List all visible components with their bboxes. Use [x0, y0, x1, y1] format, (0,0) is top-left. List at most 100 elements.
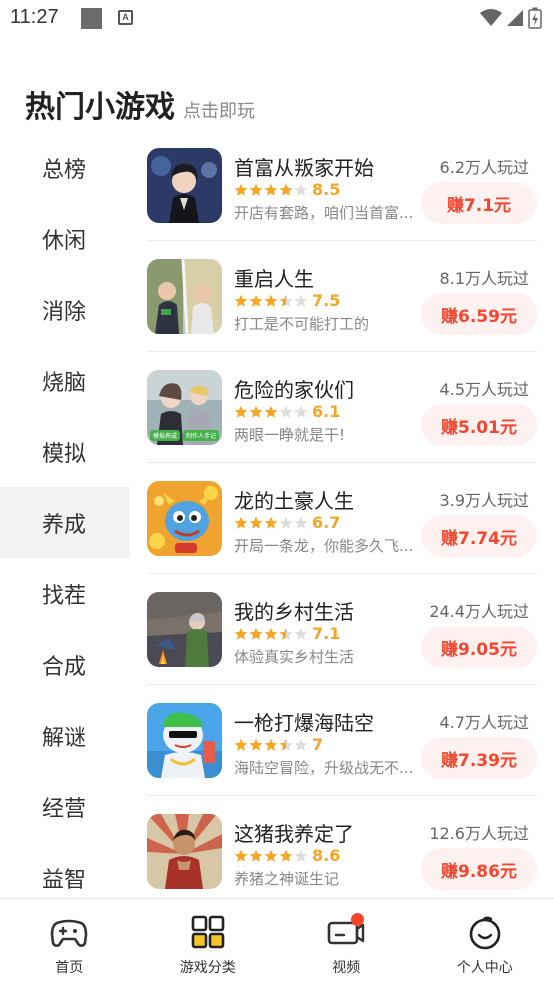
category-item-casual[interactable]: 休闲: [0, 203, 130, 274]
game-rating: 6.1: [234, 402, 340, 421]
players-count: 3.9万人玩过: [439, 491, 529, 510]
earn-button[interactable]: 赚9.86元: [421, 848, 537, 890]
game-score: 6.7: [312, 513, 341, 532]
gamepad-icon: [49, 913, 89, 953]
category-item-puzzle[interactable]: 解谜: [0, 700, 130, 771]
category-label: 总榜: [42, 157, 87, 183]
game-thumbnail[interactable]: [147, 259, 222, 334]
star-icon: [294, 294, 308, 307]
star-icon: [279, 849, 293, 862]
bottom-nav: 首页 游戏分类 视频 个人中心: [0, 898, 554, 985]
game-row[interactable]: 这猪我养定了 8.6 养猪之神诞生记 12.6万人玩过 赚9.86元: [147, 796, 537, 898]
game-row[interactable]: 首富从叛家开始 8.5 开店有套路，咱们当首富... 6.2万人玩过 赚7.1元: [147, 130, 537, 241]
star-icon: [279, 183, 293, 196]
star-icon: [264, 849, 278, 862]
game-row[interactable]: 一枪打爆海陆空 7 海陆空冒险，升级战无不... 4.7万人玩过 赚7.39元: [147, 685, 537, 796]
nav-label: 视频: [332, 960, 361, 976]
star-icon: [294, 849, 308, 862]
earn-button[interactable]: 赚7.1元: [421, 182, 537, 224]
status-right: [480, 7, 542, 29]
game-thumbnail[interactable]: 模拟养成 制作人手记: [147, 370, 222, 445]
category-label: 合成: [42, 654, 87, 680]
nav-home[interactable]: 首页: [0, 899, 139, 985]
earn-button[interactable]: 赚7.39元: [421, 737, 537, 779]
game-rating: 7.1: [234, 624, 340, 643]
players-count: 12.6万人玩过: [429, 824, 529, 843]
game-description: 体验真实乡村生活: [234, 648, 355, 666]
star-icon: [249, 294, 263, 307]
star-icon: [264, 405, 278, 418]
game-row[interactable]: 重启人生 7.5 打工是不可能打工的 8.1万人玩过 赚6.59元: [147, 241, 537, 352]
status-time: 11:27: [10, 6, 59, 28]
signal-icon: [507, 10, 523, 26]
game-name: 我的乡村生活: [234, 600, 354, 624]
game-description: 养猪之神诞生记: [234, 870, 340, 888]
wifi-icon: [480, 9, 502, 26]
earn-button[interactable]: 赚9.05元: [421, 626, 537, 668]
star-icon: [234, 183, 248, 196]
star-icon: [294, 183, 308, 196]
nav-categories[interactable]: 游戏分类: [139, 899, 278, 985]
star-icon: [294, 405, 308, 418]
star-icon: [264, 516, 278, 529]
star-icon: [249, 849, 263, 862]
category-item-match[interactable]: 消除: [0, 274, 130, 345]
star-icon: [264, 738, 278, 751]
category-item-brain[interactable]: 烧脑: [0, 345, 130, 416]
game-thumbnail[interactable]: [147, 592, 222, 667]
game-name: 首富从叛家开始: [234, 156, 374, 180]
game-name: 重启人生: [234, 267, 314, 291]
game-rating: 8.5: [234, 180, 340, 199]
game-thumbnail[interactable]: [147, 481, 222, 556]
game-name: 一枪打爆海陆空: [234, 711, 374, 735]
category-item-simulation[interactable]: 模拟: [0, 416, 130, 487]
star-icon: [279, 405, 293, 418]
earn-button[interactable]: 赚5.01元: [421, 404, 537, 446]
game-score: 8.6: [312, 846, 341, 865]
nav-label: 首页: [55, 960, 84, 976]
category-item-management[interactable]: 经营: [0, 771, 130, 842]
star-icon: [264, 294, 278, 307]
players-count: 6.2万人玩过: [439, 158, 529, 177]
game-row[interactable]: 龙的土豪人生 6.7 开局一条龙，你能多久飞... 3.9万人玩过 赚7.74元: [147, 463, 537, 574]
star-icon: [294, 738, 308, 751]
category-label: 休闲: [42, 228, 87, 254]
game-rating: 7.5: [234, 291, 340, 310]
earn-button[interactable]: 赚7.74元: [421, 515, 537, 557]
star-icon: [264, 627, 278, 640]
players-count: 4.5万人玩过: [439, 380, 529, 399]
category-label: 烧脑: [42, 370, 87, 396]
game-row[interactable]: 我的乡村生活 7.1 体验真实乡村生活 24.4万人玩过 赚9.05元: [147, 574, 537, 685]
game-row[interactable]: 模拟养成 制作人手记 危险的家伙们 6.1 两眼一睁就是干! 4.5万人玩过 赚…: [147, 352, 537, 463]
players-count: 4.7万人玩过: [439, 713, 529, 732]
category-item-all[interactable]: 总榜: [0, 132, 130, 203]
game-score: 7: [312, 735, 324, 754]
category-item-educational[interactable]: 益智: [0, 842, 130, 898]
game-description: 开局一条龙，你能多久飞...: [234, 537, 414, 555]
nav-video[interactable]: 视频: [277, 899, 416, 985]
star-icon: [279, 738, 293, 751]
thumb-tag-left: 模拟养成: [150, 430, 181, 441]
category-item-merge[interactable]: 合成: [0, 629, 130, 700]
star-icon: [249, 405, 263, 418]
star-icon: [249, 183, 263, 196]
star-icon: [264, 183, 278, 196]
nav-label: 游戏分类: [179, 960, 236, 976]
game-thumbnail[interactable]: [147, 703, 222, 778]
game-thumbnail[interactable]: [147, 148, 222, 223]
page-subtitle: 点击即玩: [183, 101, 255, 122]
game-description: 开店有套路，咱们当首富...: [234, 204, 414, 222]
star-icon: [249, 627, 263, 640]
game-score: 7.1: [312, 624, 341, 643]
category-item-spot-difference[interactable]: 找茬: [0, 558, 130, 629]
game-thumbnail[interactable]: [147, 814, 222, 889]
section-header: 热门小游戏 点击即玩: [25, 82, 255, 126]
players-count: 8.1万人玩过: [439, 269, 529, 288]
earn-button[interactable]: 赚6.59元: [421, 293, 537, 335]
notification-square-icon: [81, 8, 102, 29]
category-item-raising[interactable]: 养成: [0, 487, 130, 558]
nav-profile[interactable]: 个人中心: [416, 899, 554, 985]
game-description: 打工是不可能打工的: [234, 315, 370, 333]
game-score: 7.5: [312, 291, 341, 310]
category-sidebar: 总榜 休闲 消除 烧脑 模拟 养成 找茬 合成 解谜 经营 益智: [0, 132, 130, 898]
